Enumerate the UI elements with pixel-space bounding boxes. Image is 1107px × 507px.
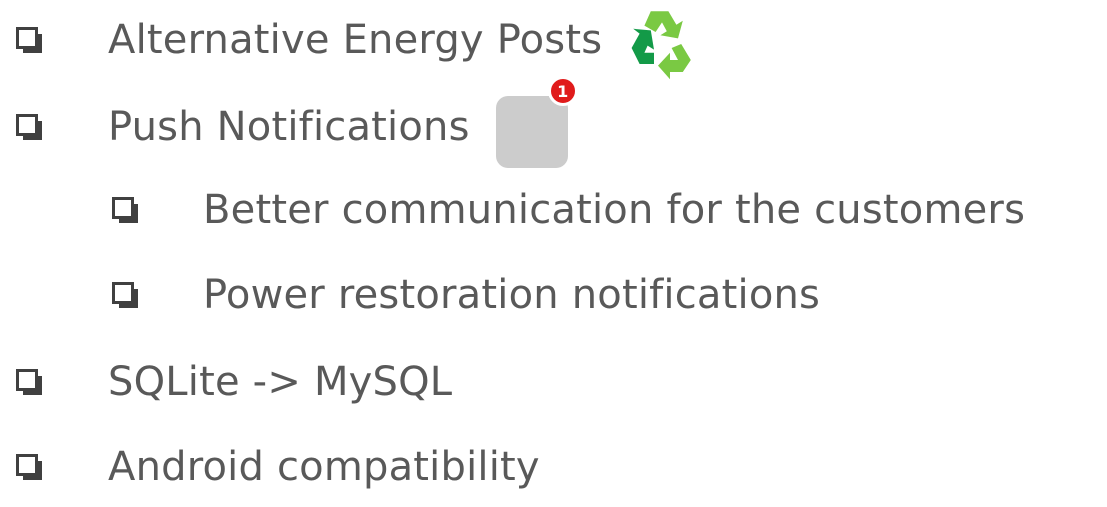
checkbox-icon[interactable] (16, 453, 43, 481)
checklist-subitem: Power restoration notifications (0, 255, 820, 335)
checklist-subitem: Better communication for the customers (0, 170, 1025, 250)
recycle-icon (622, 0, 702, 80)
item-label: Android compatibility (108, 444, 540, 490)
item-label: SQLite -> MySQL (108, 359, 453, 405)
item-label: Alternative Energy Posts (108, 17, 603, 63)
checkbox-icon[interactable] (112, 196, 139, 224)
item-label: Better communication for the customers (203, 187, 1026, 233)
checkbox-icon[interactable] (16, 26, 43, 54)
checkbox-icon[interactable] (16, 113, 43, 141)
app-tile (495, 96, 568, 168)
checklist-item: Alternative Energy Posts (0, 0, 702, 80)
checklist-item: Push Notifications 1 (0, 76, 578, 168)
checklist: Alternative Energy Posts Push Notificati… (0, 0, 1107, 494)
checklist-item: Android compatibility (0, 427, 540, 507)
checkbox-icon[interactable] (112, 281, 139, 309)
checkbox-icon[interactable] (16, 368, 43, 396)
checklist-item: SQLite -> MySQL (0, 342, 452, 422)
app-notification-icon: 1 (495, 76, 578, 168)
item-label: Power restoration notifications (203, 272, 821, 318)
item-label: Push Notifications (108, 104, 470, 150)
notification-badge: 1 (547, 76, 578, 106)
